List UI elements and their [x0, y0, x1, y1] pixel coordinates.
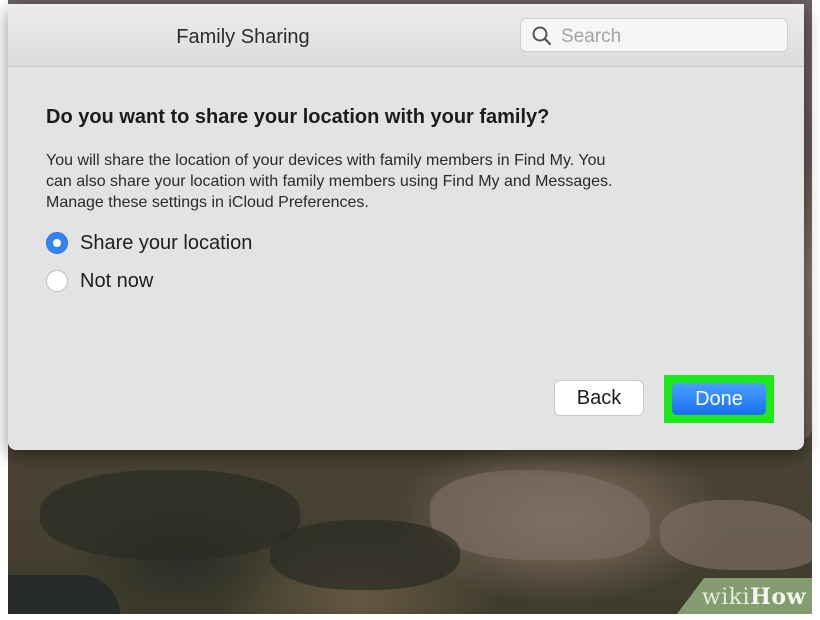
- dialog-description: You will share the location of your devi…: [46, 150, 766, 213]
- option-label: Share your location: [80, 231, 253, 254]
- wallpaper-rock: [430, 470, 650, 560]
- search-field[interactable]: Search: [520, 18, 788, 52]
- watermark-wiki: wiki: [701, 585, 751, 610]
- title-bar: Family Sharing Search: [8, 4, 804, 67]
- image-border: [812, 0, 820, 620]
- radio-button-selected[interactable]: [46, 232, 68, 254]
- description-line: You will share the location of your devi…: [46, 152, 606, 169]
- wallpaper-shadow: [270, 520, 460, 590]
- window-title: Family Sharing: [176, 26, 310, 48]
- radio-button-unselected[interactable]: [46, 270, 68, 292]
- wallpaper-rock: [660, 500, 820, 570]
- search-icon: [532, 26, 552, 46]
- dialog-question: Do you want to share your location with …: [46, 106, 550, 128]
- wallpaper-shadow: [40, 470, 300, 560]
- watermark: wikiHow: [702, 584, 806, 610]
- search-placeholder: Search: [561, 26, 622, 47]
- option-not-now[interactable]: Not now: [46, 267, 153, 295]
- option-label: Not now: [80, 269, 154, 292]
- description-line: can also share your location with family…: [46, 173, 613, 190]
- image-border: [0, 0, 8, 620]
- watermark-how: How: [750, 584, 806, 610]
- description-line: Manage these settings in iCloud Preferen…: [46, 194, 369, 211]
- back-button[interactable]: Back: [554, 380, 644, 416]
- option-share-location[interactable]: Share your location: [46, 229, 252, 257]
- family-sharing-window: Family Sharing Search Do you want to sha…: [8, 4, 804, 450]
- image-border: [0, 614, 820, 620]
- done-button[interactable]: Done: [672, 383, 766, 415]
